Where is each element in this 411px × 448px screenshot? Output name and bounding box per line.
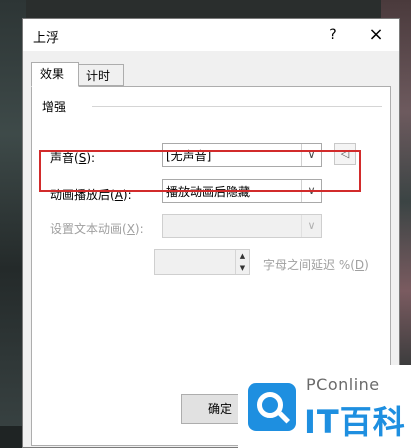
tab-timing[interactable]: 计时 — [78, 64, 124, 86]
group-divider — [92, 106, 382, 107]
animate-text-dropdown[interactable]: ∨ — [162, 214, 322, 238]
group-label-enhancements: 增强 — [42, 98, 73, 115]
close-button[interactable]: × — [363, 23, 389, 47]
animate-text-label: 设置文本动画(X): — [50, 222, 144, 236]
watermark: PConline IT百科 — [238, 365, 411, 448]
title-bar: 上浮 ? × — [23, 19, 399, 51]
caret-up-icon[interactable]: ▲ — [236, 250, 249, 262]
delay-stepper[interactable]: ▲ ▼ — [154, 249, 250, 275]
caret-down-icon[interactable]: ▼ — [236, 262, 249, 274]
stepper-buttons: ▲ ▼ — [235, 250, 249, 274]
dialog-title: 上浮 — [33, 31, 60, 46]
tab-effect[interactable]: 效果 — [31, 62, 79, 87]
delay-label: 字母之间延迟 %(D) — [263, 258, 369, 272]
magnifier-logo-icon — [248, 383, 296, 431]
watermark-brand: IT百科 — [304, 403, 406, 441]
chevron-down-icon: ∨ — [301, 215, 321, 237]
highlight-box — [39, 150, 361, 192]
help-button[interactable]: ? — [323, 24, 343, 46]
watermark-site: PConline — [306, 375, 380, 394]
